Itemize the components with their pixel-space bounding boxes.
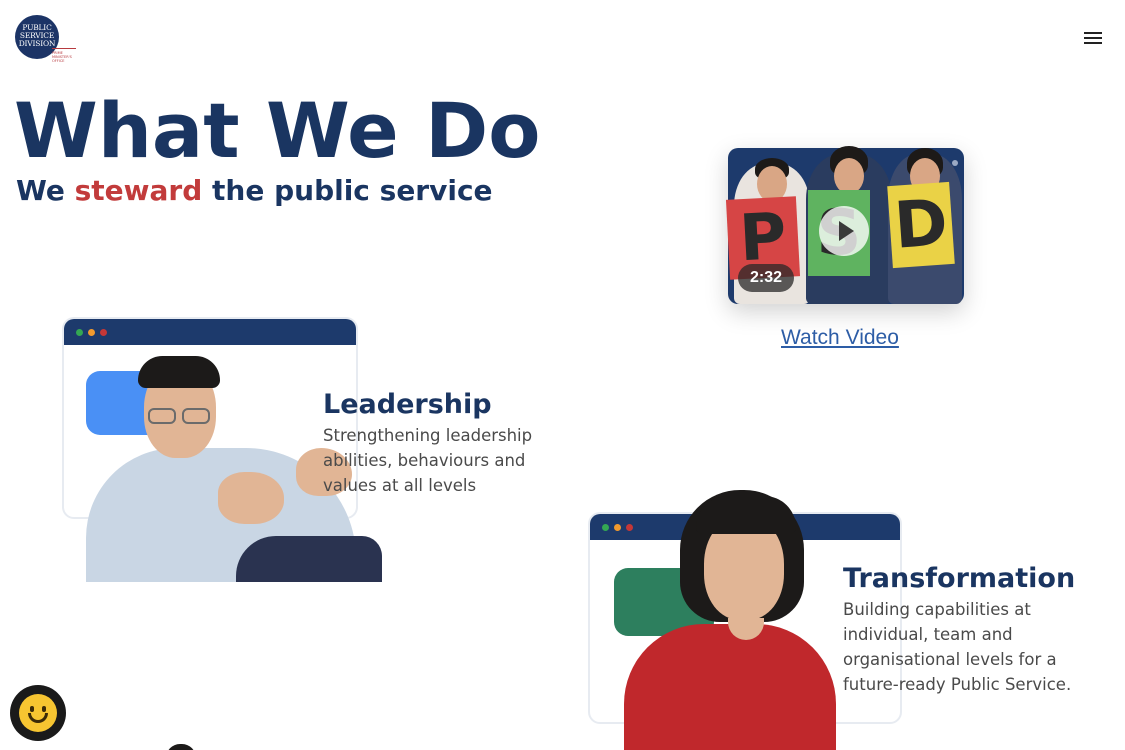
video-duration-badge: 2:32	[738, 264, 794, 292]
leadership-description: Strengthening leadership abilities, beha…	[323, 426, 533, 495]
watch-video-link[interactable]: Watch Video	[781, 326, 899, 350]
browser-dot-orange	[88, 329, 95, 336]
transformation-title: Transformation	[843, 563, 1076, 594]
subtitle-post: the public service	[202, 174, 493, 207]
leadership-title: Leadership	[323, 389, 492, 420]
next-card-photo-partial	[166, 744, 196, 750]
transformation-description: Building capabilities at individual, tea…	[843, 600, 1072, 694]
browser-dot-orange	[614, 524, 621, 531]
decor-dot	[952, 160, 958, 166]
browser-dot-green	[76, 329, 83, 336]
sign-letter-d: D	[887, 181, 955, 269]
play-icon[interactable]	[819, 206, 869, 256]
subtitle-accent: steward	[74, 174, 203, 207]
transformation-photo	[624, 490, 836, 750]
video-thumbnail[interactable]: P S D 2:32	[724, 128, 964, 304]
smiley-icon[interactable]	[10, 685, 66, 741]
page-subtitle: We steward the public service	[16, 174, 493, 207]
hamburger-menu-icon[interactable]	[1084, 32, 1104, 48]
pmo-logo-text: PRIME MINISTER'S OFFICE	[52, 48, 76, 63]
psd-logo[interactable]: PUBLIC SERVICE DIVISION PRIME MINISTER'S…	[14, 14, 76, 64]
page-title: What We Do	[14, 86, 541, 175]
browser-dot-green	[602, 524, 609, 531]
browser-dot-red	[100, 329, 107, 336]
subtitle-pre: We	[16, 174, 75, 207]
browser-bar	[64, 319, 356, 345]
